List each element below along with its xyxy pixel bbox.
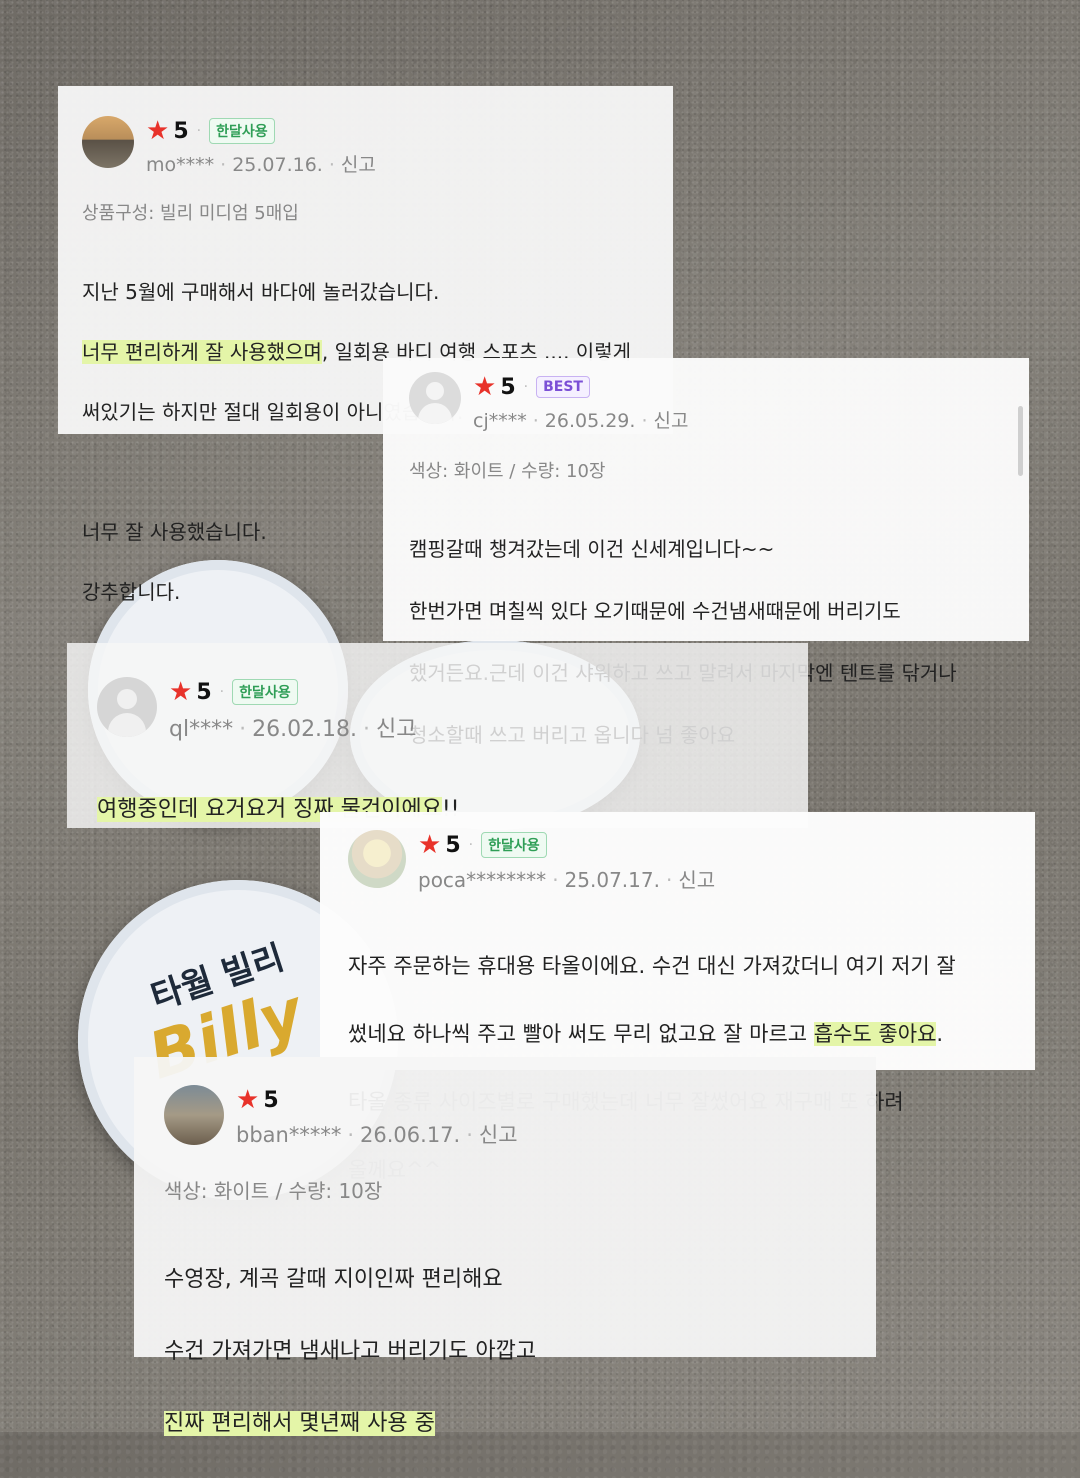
reviewer-id: cj**** (473, 410, 527, 432)
review-text-line: 캠핑갈때 챙겨갔는데 이건 신세계입니다~~ (409, 537, 775, 561)
report-link[interactable]: 신고 (653, 410, 688, 432)
scrollbar[interactable] (1018, 406, 1023, 476)
reviewer-avatar-placeholder (97, 677, 157, 737)
star-icon: ★ (146, 116, 170, 146)
review-card-5: ★ 5 bban***** · 26.06.17. · 신고 색상: 화이트 / 수량:… (134, 1057, 876, 1436)
star-icon: ★ (169, 677, 193, 707)
review-text-line: 썼네요 하나씩 주고 빨아 써도 무리 없고요 잘 마르고 흡수도 좋아요. (348, 1022, 944, 1046)
reviewer-id: bban***** (236, 1123, 342, 1147)
reviewer-id: ql**** (169, 717, 234, 742)
review-date: 25.07.16. (232, 154, 323, 176)
rating-score: 5 (500, 374, 516, 400)
usage-badge: 한달사용 (481, 832, 547, 858)
review-text-line: 한번가면 며칠씩 있다 오기때문에 수건냄새때문에 버리기도 (409, 599, 901, 623)
review-text-line: 수영장, 계곡 갈때 지이인짜 편리해요 (164, 1267, 503, 1292)
rating-score: 5 (173, 118, 189, 144)
product-option: 색상: 화이트 / 수량: 10장 (164, 1179, 383, 1203)
usage-badge: 한달사용 (209, 118, 275, 144)
review-text-line: 진짜 편리해서 몇년째 사용 중 (164, 1406, 852, 1442)
report-link[interactable]: 신고 (678, 868, 715, 892)
rating-score: 5 (196, 679, 212, 705)
product-option: 상품구성: 빌리 미디엄 5매입 (82, 203, 299, 224)
reviewer-avatar-placeholder (409, 372, 461, 424)
reviewer-avatar (164, 1085, 224, 1145)
star-icon: ★ (473, 372, 497, 402)
review-text-line: 수건 가져가면 냄새나고 버리기도 아깝고 (164, 1339, 537, 1364)
review-highlight: 진짜 편리해서 몇년째 사용 중 (164, 1411, 435, 1436)
review-highlight: 흡수도 좋아요 (813, 1022, 937, 1046)
usage-badge: 한달사용 (232, 679, 298, 705)
report-link[interactable]: 신고 (341, 154, 376, 176)
reviewer-id: poca******** (418, 868, 547, 892)
review-date: 26.02.18. (252, 717, 358, 742)
review-date: 26.06.17. (360, 1123, 461, 1147)
star-icon: ★ (236, 1085, 260, 1115)
review-highlight: 너무 편리하게 잘 사용했으며 (82, 340, 322, 364)
reviewer-avatar (82, 116, 134, 168)
best-badge: BEST (536, 376, 590, 398)
report-link[interactable]: 신고 (376, 717, 416, 742)
reviewer-avatar (348, 830, 406, 888)
review-card-4: ★ 5 · 한달사용 poca******** · 25.07.17. · 신고 자주 … (320, 812, 1035, 1182)
star-icon: ★ (418, 830, 442, 860)
review-card-2: ★ 5 · BEST cj**** · 26.05.29. · 신고 색상: 화이트 /… (383, 358, 1029, 747)
rating-score: 5 (263, 1087, 279, 1113)
review-date: 25.07.17. (564, 868, 660, 892)
reviewer-id: mo**** (146, 154, 215, 176)
review-date: 26.05.29. (544, 410, 636, 432)
report-link[interactable]: 신고 (479, 1123, 518, 1147)
rating-score: 5 (445, 832, 461, 858)
review-text-line: 자주 주문하는 휴대용 타올이에요. 수건 대신 가져갔더니 여기 저기 잘 (348, 954, 956, 978)
review-card-3: ★ 5 · 한달사용 ql**** · 26.02.18. · 신고 여행중인데 요거요… (67, 643, 808, 828)
review-text-line: 지난 5월에 구매해서 바다에 놀러갔습니다. (82, 280, 440, 304)
product-option: 색상: 화이트 / 수량: 10장 (409, 461, 606, 482)
